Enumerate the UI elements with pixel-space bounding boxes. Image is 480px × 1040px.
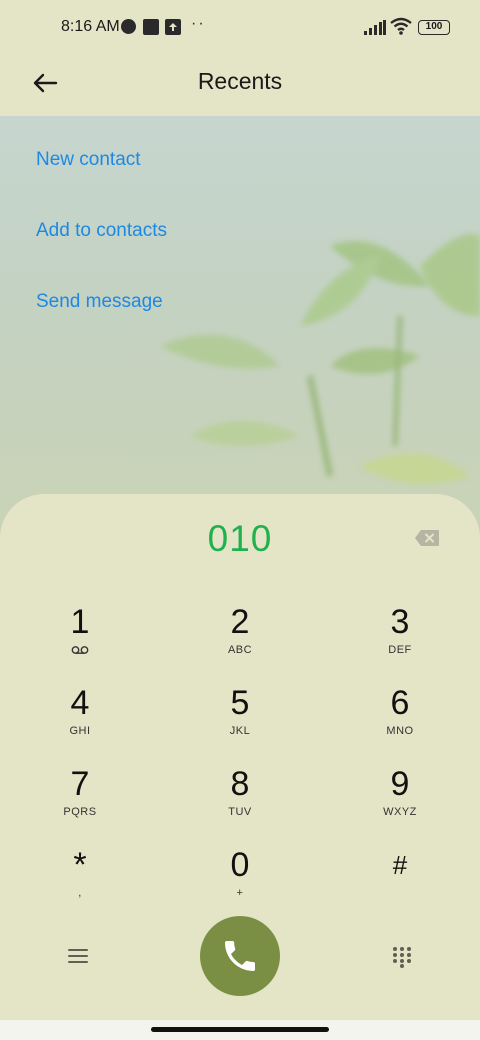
menu-icon[interactable]: [66, 946, 90, 966]
key-digit: 7: [70, 765, 90, 803]
backspace-icon[interactable]: [414, 529, 440, 547]
key-digit: #: [392, 850, 408, 880]
key-letters: DEF: [388, 644, 412, 656]
navigation-bar: [0, 1020, 480, 1040]
signal-icon: [364, 20, 386, 35]
status-time: 8:16 AM: [61, 18, 120, 35]
key-digit: 4: [70, 684, 90, 722]
add-to-contacts-link[interactable]: Add to contacts: [36, 217, 167, 288]
key-9[interactable]: 9 WXYZ: [340, 764, 460, 844]
key-digit: 3: [390, 603, 410, 641]
status-bar: 8:16 AM ·· 100: [0, 0, 480, 56]
phone-icon: [225, 941, 255, 971]
key-4[interactable]: 4 GHI: [20, 683, 140, 763]
key-2[interactable]: 2 ABC: [180, 602, 300, 682]
wallpaper-background: New contact Add to contacts Send message: [0, 116, 480, 536]
key-3[interactable]: 3 DEF: [340, 602, 460, 682]
key-letters: GHI: [69, 725, 91, 737]
voicemail-icon: [71, 646, 89, 654]
key-1[interactable]: 1: [20, 602, 140, 682]
dialer-panel: 010 1 2 ABC 3 DEF 4 GHI 5 JKL 6 MNO 7 PQ…: [0, 494, 480, 1020]
actions-list: New contact Add to contacts Send message: [36, 146, 167, 359]
key-digit: 8: [230, 765, 250, 803]
notification-square-icon: [143, 19, 159, 35]
key-hash[interactable]: #: [340, 845, 460, 925]
key-digit: 0: [230, 846, 250, 884]
notification-circle-icon: [121, 19, 136, 34]
key-letters: +: [236, 887, 244, 899]
key-digit: 2: [230, 603, 250, 641]
key-letters: JKL: [229, 725, 251, 737]
app-header: Recents: [0, 56, 480, 116]
wifi-icon: [390, 17, 412, 35]
key-letters: PQRS: [63, 806, 97, 818]
page-title: Recents: [197, 68, 283, 94]
send-message-link[interactable]: Send message: [36, 288, 167, 359]
dialpad-icon[interactable]: [392, 946, 412, 968]
key-letters: MNO: [386, 725, 414, 737]
key-8[interactable]: 8 TUV: [180, 764, 300, 844]
key-7[interactable]: 7 PQRS: [20, 764, 140, 844]
more-dots-icon: ··: [191, 15, 206, 32]
new-contact-link[interactable]: New contact: [36, 146, 167, 217]
key-digit: 6: [390, 684, 410, 722]
dialed-number: 010: [207, 518, 273, 559]
battery-icon: 100: [418, 20, 450, 35]
key-digit: *: [73, 846, 87, 884]
key-letters: WXYZ: [383, 806, 417, 818]
key-0[interactable]: 0 +: [180, 845, 300, 925]
key-letters: ABC: [227, 644, 253, 656]
key-letters: ,: [78, 887, 82, 899]
upload-icon: [165, 19, 181, 35]
call-button[interactable]: [200, 916, 280, 996]
key-star[interactable]: * ,: [20, 845, 140, 925]
key-digit: 9: [390, 765, 410, 803]
key-digit: 1: [70, 603, 90, 641]
key-5[interactable]: 5 JKL: [180, 683, 300, 763]
key-6[interactable]: 6 MNO: [340, 683, 460, 763]
key-digit: 5: [230, 684, 250, 722]
home-indicator[interactable]: [151, 1027, 329, 1032]
key-letters: TUV: [228, 806, 252, 818]
